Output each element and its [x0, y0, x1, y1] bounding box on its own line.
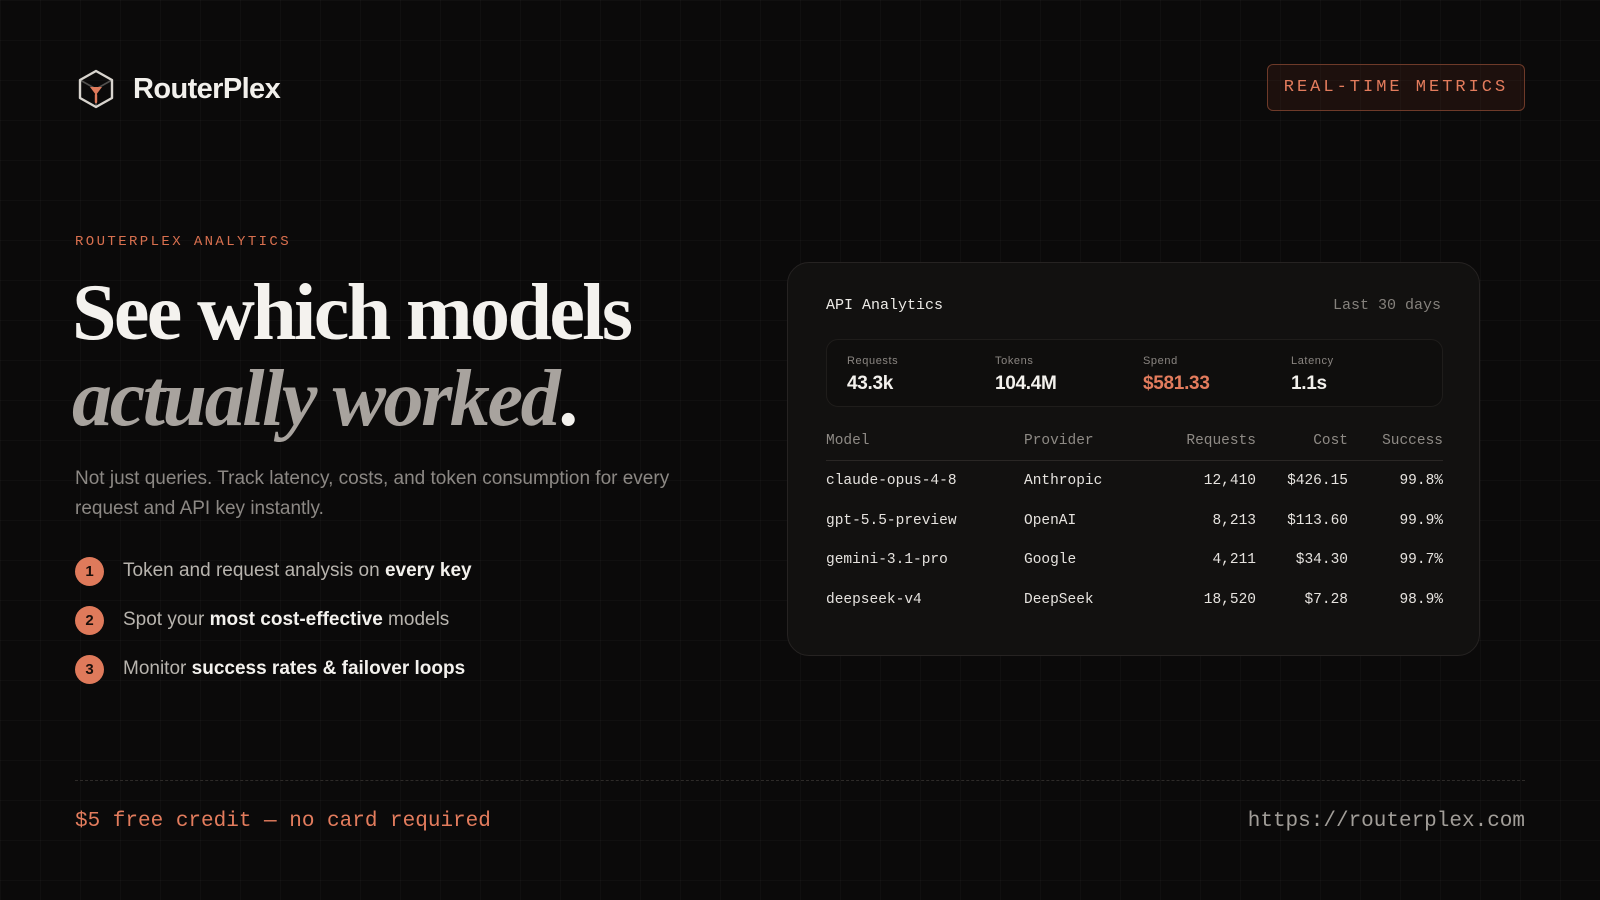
cell-provider: DeepSeek — [1024, 591, 1094, 608]
stat-value: 43.3k — [847, 373, 894, 394]
column-header-success[interactable]: Success — [1382, 425, 1443, 457]
stat-tokens: Tokens 104.4M — [995, 355, 1057, 395]
stats-panel: Requests 43.3k Tokens 104.4M Spend $581.… — [826, 339, 1443, 407]
feature-text-emphasis: every key — [384, 560, 472, 581]
website-link[interactable]: https://routerplex.com — [1248, 810, 1525, 833]
feature-text-emphasis: success rates & failover loops — [191, 658, 466, 679]
stat-value: $581.33 — [1143, 373, 1210, 394]
free-credit-offer: $5 free credit — no card required — [75, 810, 491, 833]
stat-label: Latency — [1291, 355, 1334, 367]
feature-list: 1 Token and request analysis on every ke… — [75, 556, 472, 703]
column-header-cost[interactable]: Cost — [1313, 425, 1348, 457]
column-header-provider[interactable]: Provider — [1024, 425, 1094, 457]
cell-success: 98.9% — [1399, 591, 1443, 608]
cell-provider: OpenAI — [1024, 512, 1077, 529]
feature-item: 3 Monitor success rates & failover loops — [75, 654, 472, 684]
feature-text: Monitor success rates & failover loops — [123, 658, 465, 680]
feature-text: Token and request analysis on every key — [123, 560, 472, 582]
date-range-label[interactable]: Last 30 days — [1333, 297, 1441, 314]
card-title: API Analytics — [826, 297, 944, 314]
table-row[interactable]: deepseek-v4 DeepSeek 18,520 $7.28 98.9% — [826, 580, 1443, 620]
stat-requests: Requests 43.3k — [847, 355, 898, 395]
eyebrow-label: ROUTERPLEX ANALYTICS — [75, 234, 292, 250]
cell-success: 99.7% — [1399, 552, 1443, 568]
footer-divider — [75, 780, 1525, 781]
table-row[interactable]: claude-opus-4-8 Anthropic 12,410 $426.15… — [826, 461, 1443, 501]
headline-line-2: actually worked. — [72, 356, 630, 442]
header: RouterPlex REAL-TIME METRICS — [75, 64, 1525, 112]
brand[interactable]: RouterPlex — [75, 68, 281, 110]
real-time-metrics-badge: REAL-TIME METRICS — [1267, 64, 1525, 111]
column-header-requests[interactable]: Requests — [1186, 425, 1256, 457]
headline-period: . — [558, 355, 578, 443]
feature-number-badge: 3 — [75, 654, 104, 684]
feature-item: 1 Token and request analysis on every ke… — [75, 556, 472, 586]
feature-text-emphasis: most cost-effective — [209, 609, 383, 630]
table-header: Model Provider Requests Cost Success — [826, 429, 1443, 461]
feature-text-lead: Spot your — [123, 609, 210, 630]
cell-model: gemini-3.1-pro — [826, 552, 948, 568]
table-row[interactable]: gpt-5.5-preview OpenAI 8,213 $113.60 99.… — [826, 501, 1443, 541]
feature-number-badge: 2 — [75, 605, 104, 635]
stat-label: Spend — [1143, 355, 1178, 367]
cell-success: 99.8% — [1399, 473, 1443, 489]
cell-requests: 12,410 — [1203, 473, 1256, 489]
cell-cost: $426.15 — [1287, 473, 1348, 489]
feature-text-lead: Monitor — [123, 658, 192, 679]
feature-text-tail: models — [382, 609, 450, 630]
cube-icon — [78, 69, 114, 109]
feature-item: 2 Spot your most cost-effective models — [75, 605, 472, 635]
stat-label: Requests — [847, 355, 899, 367]
model-usage-table: Model Provider Requests Cost Success cla… — [826, 429, 1443, 619]
cell-cost: $34.30 — [1295, 552, 1348, 568]
stat-latency: Latency 1.1s — [1291, 355, 1334, 395]
feature-number-badge: 1 — [75, 556, 104, 586]
hero-description: Not just queries. Track latency, costs, … — [75, 468, 670, 519]
cell-model: gpt-5.5-preview — [826, 512, 957, 529]
cell-cost: $113.60 — [1287, 512, 1348, 529]
cell-model: claude-opus-4-8 — [826, 473, 957, 489]
cell-success: 99.9% — [1399, 512, 1443, 529]
headline-italic-text: actually worked — [72, 355, 561, 443]
cell-requests: 4,211 — [1212, 552, 1256, 568]
cell-requests: 8,213 — [1212, 512, 1256, 529]
api-analytics-card: API Analytics Last 30 days Requests 43.3… — [787, 262, 1480, 656]
brand-name: RouterPlex — [133, 72, 281, 105]
cell-provider: Google — [1024, 552, 1077, 568]
stat-value: 1.1s — [1291, 373, 1327, 394]
headline-line-1: See which models — [72, 269, 633, 357]
cell-model: deepseek-v4 — [826, 591, 922, 608]
table-row[interactable]: gemini-3.1-pro Google 4,211 $34.30 99.7% — [826, 540, 1443, 580]
column-header-model[interactable]: Model — [826, 425, 870, 457]
cell-cost: $7.28 — [1304, 591, 1348, 608]
stat-label: Tokens — [995, 355, 1034, 367]
headline: See which models actually worked. — [72, 269, 633, 442]
feature-text-lead: Token and request analysis on — [123, 560, 385, 581]
stat-spend: Spend $581.33 — [1143, 355, 1210, 395]
stat-value: 104.4M — [995, 373, 1057, 394]
feature-text: Spot your most cost-effective models — [123, 609, 449, 631]
cell-requests: 18,520 — [1203, 591, 1256, 608]
cell-provider: Anthropic — [1024, 473, 1103, 489]
